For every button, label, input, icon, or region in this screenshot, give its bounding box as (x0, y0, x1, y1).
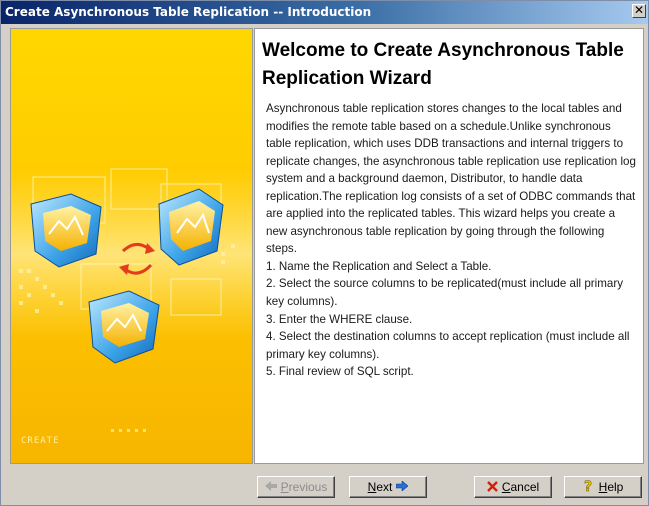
next-button[interactable]: Next (349, 476, 427, 498)
cancel-label: ancel (510, 480, 540, 494)
step-item: 2. Select the source columns to be repli… (266, 277, 623, 309)
arrow-left-icon (264, 481, 277, 493)
step-item: 4. Select the destination columns to acc… (266, 330, 630, 361)
cancel-button[interactable]: Cancel (474, 476, 552, 498)
previous-mnemonic: P (280, 480, 289, 494)
title-bar[interactable]: Create Asynchronous Table Replication --… (1, 1, 648, 24)
description-paragraph: Asynchronous table replication stores ch… (266, 102, 636, 256)
red-x-icon (486, 480, 498, 494)
replication-illustration (11, 168, 252, 432)
arrow-right-icon (396, 480, 409, 493)
close-button[interactable]: ✕ (632, 4, 646, 18)
window-title: Create Asynchronous Table Replication --… (5, 5, 372, 19)
page-title: Welcome to Create Asynchronous Table Rep… (262, 40, 624, 89)
close-icon: ✕ (633, 3, 645, 17)
step-item: 3. Enter the WHERE clause. (266, 312, 413, 326)
help-button[interactable]: ? Help (564, 476, 642, 498)
svg-text:?: ? (584, 479, 592, 493)
wizard-side-illustration: CREATE (10, 28, 253, 464)
content-panel: Welcome to Create Asynchronous Table Rep… (254, 28, 644, 464)
wizard-dialog: Create Asynchronous Table Replication --… (0, 0, 649, 506)
previous-label: revious (288, 480, 328, 494)
intro-text: Asynchronous table replication stores ch… (266, 100, 638, 381)
next-label: ext (376, 480, 393, 494)
step-item: 1. Name the Replication and Select a Tab… (266, 259, 492, 273)
sidebar-wordmark: CREATE (21, 436, 60, 446)
previous-button[interactable]: Previous (257, 476, 335, 498)
help-label: elp (607, 480, 624, 494)
step-item: 5. Final review of SQL script. (266, 365, 414, 379)
question-mark-icon: ? (583, 479, 595, 496)
